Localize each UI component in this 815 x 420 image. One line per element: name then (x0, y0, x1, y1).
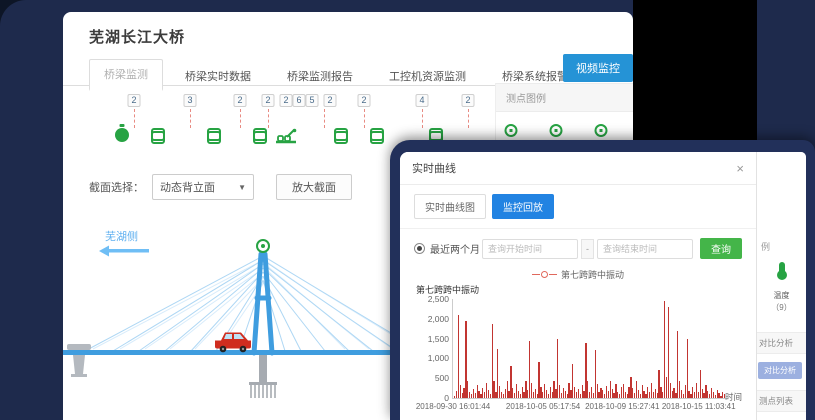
front-window: 实时曲线 × 实时曲线图监控回放 最近两个月 - 查询 (390, 140, 815, 420)
sensor-item: 2 (125, 94, 143, 150)
section-select-label: 截面选择： (89, 179, 144, 195)
clipped-text-fragment: 例 (761, 240, 770, 253)
y-axis-tick: 2,000 (428, 314, 449, 324)
end-time-input[interactable] (597, 239, 693, 259)
x-axis-tick: 2018-10-09 15:27:41 (585, 402, 659, 411)
sensor-item: 2 (231, 94, 249, 150)
dialog-tab[interactable]: 实时曲线图 (414, 194, 486, 219)
bridge-left-pier (67, 344, 91, 377)
query-controls: 最近两个月 - 查询 (414, 238, 742, 259)
sensor-item (277, 94, 295, 150)
query-button[interactable]: 查询 (700, 238, 742, 259)
chain-icon[interactable] (334, 128, 344, 144)
chart-legend[interactable]: 第七跨跨中振动 (414, 268, 742, 281)
chevron-down-icon: ▼ (238, 183, 246, 192)
sensor-item: 3 (181, 94, 199, 150)
legend-line-icon (532, 274, 540, 275)
sensor-item (366, 94, 384, 150)
ring-icon[interactable] (550, 124, 563, 137)
sensor-dash-line (422, 109, 423, 128)
main-tab[interactable]: 桥梁监测报告 (273, 62, 367, 91)
chain-icon[interactable] (207, 128, 217, 144)
sensor-count-badge: 2 (461, 94, 474, 107)
section-select-value: 动态背立面 (160, 179, 215, 195)
chain-icon[interactable] (151, 128, 161, 144)
legend-line-icon (549, 274, 557, 275)
chart-plot-area: 时间 2,5002,0001,5001,00050002018-09-30 16… (452, 299, 726, 399)
section-select-dropdown[interactable]: 动态背立面 ▼ (152, 174, 254, 200)
main-tab[interactable]: 桥梁监测 (89, 59, 163, 91)
start-time-input[interactable] (482, 239, 578, 259)
y-axis-tick: 500 (435, 373, 449, 383)
bridge-tower-foundation (249, 355, 277, 398)
dialog-tab[interactable]: 监控回放 (492, 194, 554, 219)
temperature-count: （9） (757, 302, 806, 313)
legend-panel-title: 测点图例 (496, 83, 633, 112)
close-icon[interactable]: × (736, 162, 744, 175)
x-axis-tick: 2018-10-05 05:17:54 (506, 402, 580, 411)
sensor-item (147, 94, 165, 150)
sensor-item (203, 94, 221, 150)
zoom-section-button[interactable]: 放大截面 (276, 174, 352, 200)
y-axis-tick: 1,500 (428, 334, 449, 344)
chart-bar (687, 339, 688, 398)
left-arrow-icon (99, 246, 149, 257)
dialog-title: 实时曲线 (412, 160, 456, 176)
tower-sensor-icon (257, 240, 269, 252)
compare-analysis-button[interactable]: 对比分析 (758, 362, 802, 379)
x-axis-tick: 2018-09-30 16:01:44 (416, 402, 490, 411)
sensor-count-badge: 2 (233, 94, 246, 107)
compare-section-header: 对比分析 (757, 332, 806, 354)
sensor-dash-line (190, 109, 191, 128)
right-sidebar-strip: 例 温度 （9） 对比分析 对比分析 测点列表 (757, 152, 806, 420)
sensor-item (330, 94, 348, 150)
sensor-count-badge: 3 (183, 94, 196, 107)
bridge-deck (63, 350, 399, 355)
bridge-side-label: 芜湖侧 (105, 229, 138, 243)
thermometer-icon[interactable] (779, 262, 785, 276)
ring-icon[interactable] (505, 124, 518, 137)
realtime-curve-dialog: 实时曲线 × 实时曲线图监控回放 最近两个月 - 查询 (400, 152, 757, 420)
bridge-icon[interactable] (275, 128, 297, 144)
sensor-dash-line (240, 109, 241, 128)
sensor-dash-line (468, 109, 469, 128)
main-tab[interactable]: 桥梁实时数据 (171, 62, 265, 91)
point-list-header: 测点列表 (757, 390, 806, 412)
chart-title: 第七跨跨中振动 (416, 283, 742, 296)
x-axis-tick: 2018-10-15 11:03:41 (662, 402, 736, 411)
temperature-label: 温度 (757, 290, 806, 301)
range-separator: - (581, 239, 594, 259)
page-title: 芜湖长江大桥 (89, 26, 633, 47)
sensor-dash-line (364, 109, 365, 128)
sensor-count-badge: 2 (261, 94, 274, 107)
vibration-chart: 第七跨跨中振动 时间 2,5002,0001,5001,00050002018-… (414, 283, 742, 399)
black-screen-area (633, 0, 757, 141)
car (215, 333, 251, 353)
legend-marker-icon (541, 271, 548, 278)
ring-icon[interactable] (595, 124, 608, 137)
video-monitor-button[interactable]: 视频监控 (563, 54, 633, 82)
dialog-tabbar: 实时曲线图监控回放 (400, 194, 756, 229)
y-axis-tick: 2,500 (428, 294, 449, 304)
sensor-count-badge: 2 (127, 94, 140, 107)
last-two-months-label: 最近两个月 (430, 241, 480, 256)
sensor-dash-line (134, 109, 135, 128)
last-two-months-radio[interactable] (414, 243, 425, 254)
y-axis-tick: 1,000 (428, 353, 449, 363)
main-tabbar: 桥梁监测桥梁实时数据桥梁监测报告工控机资源监测桥梁系统报警 视频监控 (63, 59, 633, 86)
desktop-stage: 芜湖长江大桥 桥梁监测桥梁实时数据桥梁监测报告工控机资源监测桥梁系统报警 视频监… (0, 0, 815, 420)
legend-label: 第七跨跨中振动 (561, 268, 624, 281)
main-tab[interactable]: 工控机资源监测 (375, 62, 480, 91)
sensor-dash-line (268, 109, 269, 128)
chain-icon[interactable] (370, 128, 380, 144)
